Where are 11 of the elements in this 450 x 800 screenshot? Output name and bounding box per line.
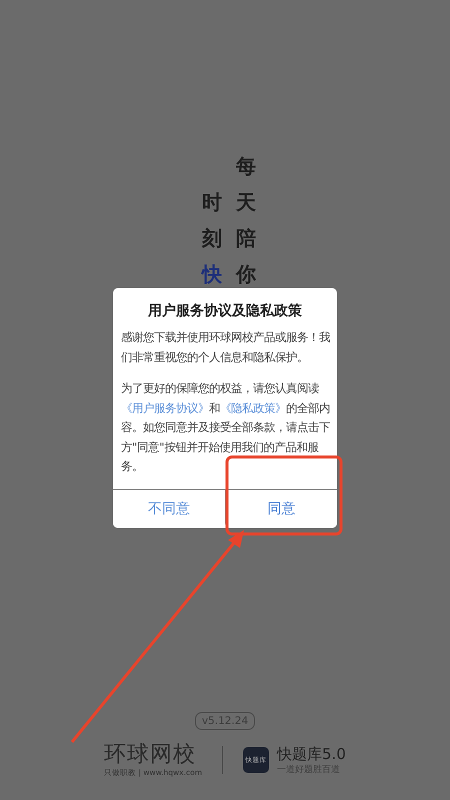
slogan-text: 每天陪你: [236, 153, 256, 288]
app-name: 快题库5.0: [277, 744, 346, 762]
agree-button[interactable]: 同意: [224, 490, 337, 528]
slogan-text: 快: [202, 261, 222, 288]
policy-link[interactable]: 《用户服务协议》: [121, 400, 209, 414]
dialog-message: 感谢您下载并使用环球网校产品或服务！我们非常重视您的个人信息和隐私保护。: [121, 329, 330, 366]
dialog-message: 为了更好的保障您的权益，请您认真阅读 《用户服务协议》和《隐私政策》的全部内容。如您同意并及接受全部条款，请点击下方"同意"按钮并开始使用我们的产品和服务。: [121, 380, 330, 475]
policy-link[interactable]: 《隐私政策》: [220, 400, 286, 414]
dialog-title: 用户服务协议及隐私政策: [146, 302, 303, 321]
slogan-text: 时刻: [202, 189, 222, 252]
brand-logo: 环球网校: [104, 742, 196, 768]
